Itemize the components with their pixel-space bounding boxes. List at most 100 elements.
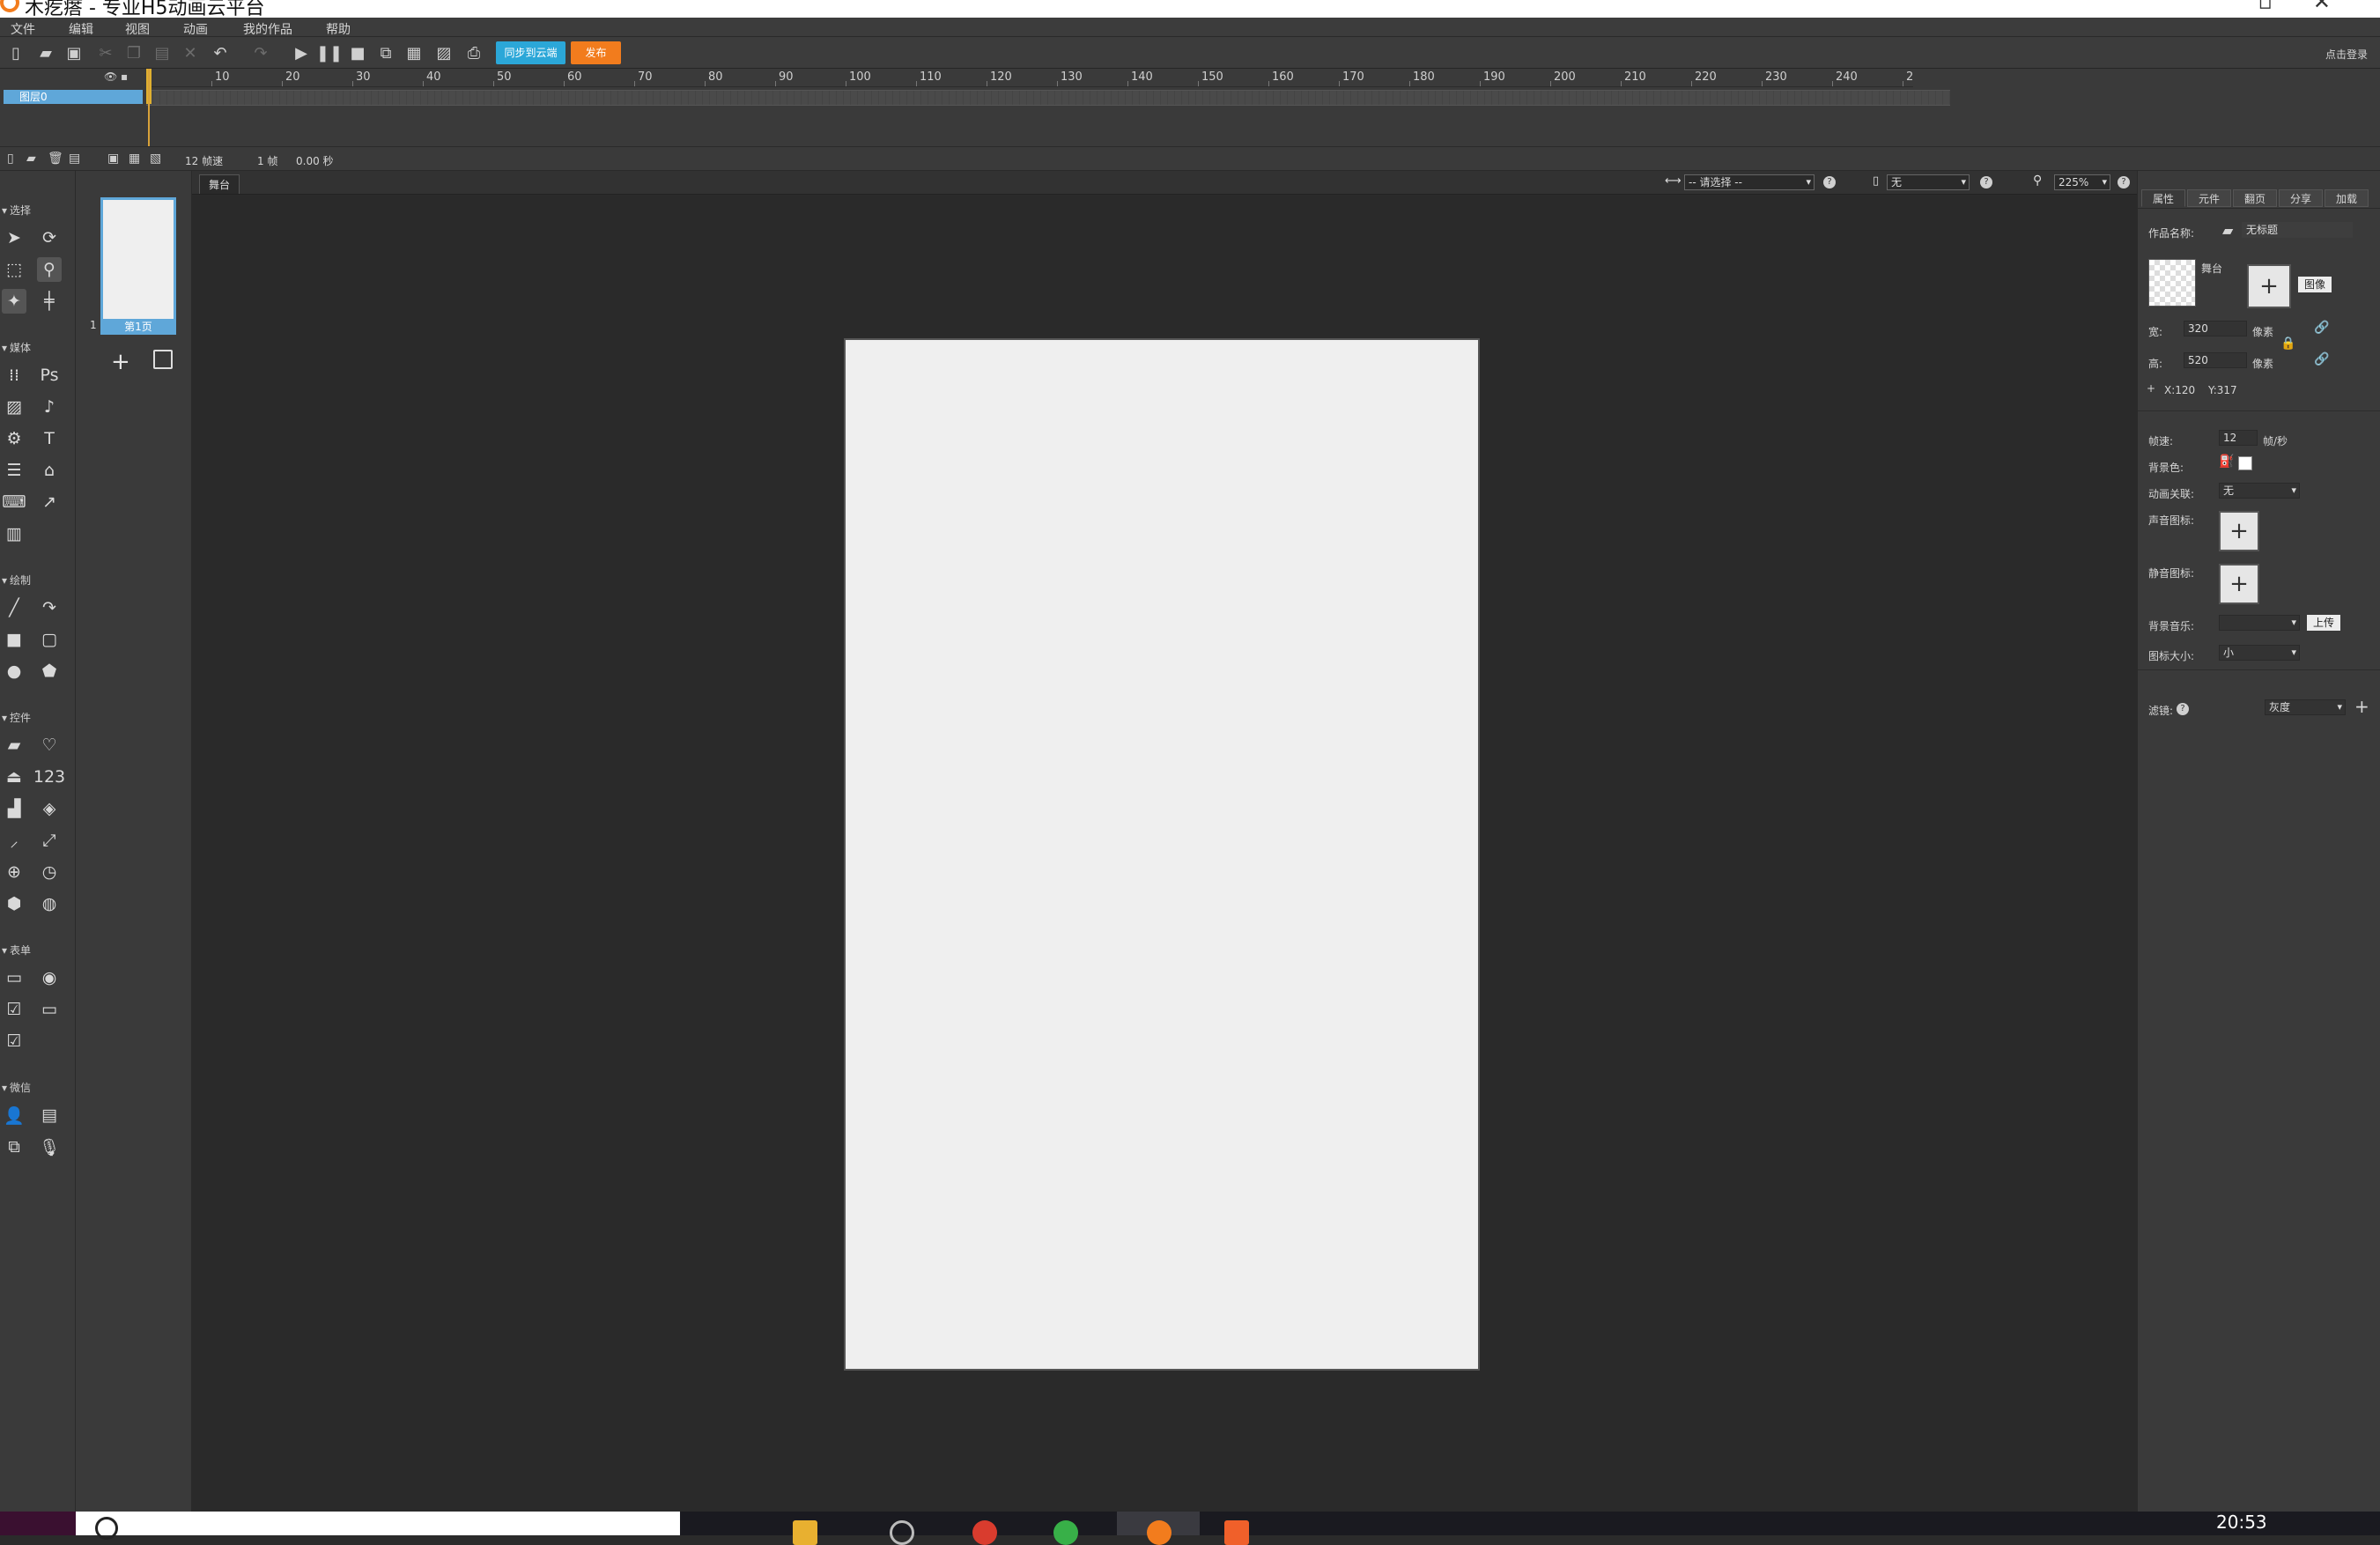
taskbar-search[interactable] (76, 1512, 680, 1540)
preview-icon[interactable]: ⧉ (375, 42, 396, 63)
checkbox-icon[interactable]: ☑ (2, 997, 26, 1022)
window-controls[interactable]: ▫✕ (2258, 0, 2371, 14)
shape-link-icon[interactable]: ⊕ (2, 860, 26, 884)
card-icon[interactable]: ▤ (37, 1103, 62, 1127)
redo-icon[interactable]: ↷ (250, 42, 271, 63)
help-icon[interactable]: ? (1980, 176, 1992, 189)
menu-help[interactable]: 帮助 (326, 20, 351, 38)
work-name-input[interactable]: 无标题 (2242, 222, 2353, 238)
link-icon[interactable]: 🔗 (2314, 352, 2329, 366)
tab-share[interactable]: 分享 (2279, 189, 2323, 207)
start-button[interactable] (0, 1512, 76, 1535)
lasso-icon[interactable]: ⟳ (37, 225, 62, 250)
qrcode-icon[interactable]: ▦ (403, 42, 425, 63)
heart-icon[interactable]: ♡ (37, 733, 62, 758)
publish-button[interactable]: 发布 (571, 41, 621, 64)
new-file-icon[interactable]: ▯ (5, 42, 26, 63)
mugeda-app-icon[interactable] (1147, 1520, 1172, 1545)
slider-icon[interactable]: ▥ (2, 521, 26, 546)
help-icon[interactable]: ? (1823, 176, 1836, 189)
fps-input[interactable]: 12 (2219, 430, 2258, 446)
photoshop-icon[interactable]: Ps (37, 363, 62, 388)
curve-icon[interactable]: ↷ (37, 595, 62, 620)
frame-paste-icon[interactable]: ▧ (150, 152, 161, 166)
add-sound-icon-button[interactable]: + (2219, 511, 2259, 551)
link-icon[interactable]: 🔗 (2314, 321, 2329, 335)
add-page-icon[interactable]: + (111, 349, 130, 375)
height-input[interactable]: 520 (2184, 352, 2247, 368)
add-filter-icon[interactable]: + (2354, 696, 2369, 717)
circle-icon[interactable]: ● (2, 659, 26, 684)
globe-icon[interactable]: ◍ (37, 891, 62, 916)
cube-icon[interactable]: ⬢ (2, 891, 26, 916)
tab-properties[interactable]: 属性 (2141, 189, 2185, 207)
browser-icon[interactable] (972, 1520, 997, 1545)
add-folder-icon[interactable]: ▰ (26, 152, 36, 166)
user-icon[interactable]: 👤 (2, 1103, 26, 1127)
layer-visibility-lock-icons[interactable]: 👁 ▪ (104, 70, 128, 83)
filter-select[interactable]: 灰度 (2265, 699, 2346, 715)
bg-music-select[interactable] (2219, 615, 2300, 631)
microphone-icon[interactable]: 🎙 (37, 1135, 62, 1159)
anim-link-select[interactable]: 无 (2219, 483, 2300, 499)
connector-icon[interactable]: ⤢ (37, 828, 62, 853)
tab-stage[interactable]: 舞台 (199, 174, 240, 194)
polygon-icon[interactable]: ⬟ (37, 659, 62, 684)
play-icon[interactable]: ▶ (291, 42, 312, 63)
delete-icon[interactable]: ✕ (180, 42, 201, 63)
export-icon[interactable]: ▨ (433, 42, 455, 63)
width-input[interactable]: 320 (2184, 321, 2247, 336)
select-arrow-icon[interactable]: ➤ (2, 225, 26, 250)
chat-icon[interactable] (1053, 1520, 1078, 1545)
image-button[interactable]: 图像 (2298, 277, 2332, 292)
timer-icon[interactable]: ◷ (37, 860, 62, 884)
layer-row[interactable]: 图层0 (4, 90, 143, 104)
copy-icon[interactable]: ❐ (123, 42, 144, 63)
stop-icon[interactable]: ■ (347, 42, 368, 63)
add-stage-image-button[interactable]: + (2247, 264, 2291, 308)
tab-loading[interactable]: 加载 (2325, 189, 2369, 207)
zoom-select[interactable]: 225% (2054, 174, 2110, 190)
brush-icon[interactable]: ⸝ (2, 828, 26, 853)
page-label[interactable]: 第1页 (100, 319, 176, 335)
tool-group-select[interactable]: 选择 (2, 203, 31, 218)
align-select[interactable]: -- 请选择 -- (1684, 174, 1815, 190)
open-file-icon[interactable]: ▰ (35, 42, 56, 63)
cut-icon[interactable]: ✂ (95, 42, 116, 63)
upload-button[interactable]: 上传 (2307, 615, 2340, 631)
print-icon[interactable]: ⎙ (463, 42, 484, 63)
copy-page-icon[interactable] (153, 350, 173, 369)
office-icon[interactable] (1224, 1520, 1249, 1545)
sync-cloud-button[interactable]: 同步到云端 (496, 41, 565, 64)
delete-layer-icon[interactable]: 🗑 (48, 152, 63, 166)
menu-view[interactable]: 视图 (125, 20, 150, 38)
help-icon[interactable]: ? (2177, 703, 2189, 715)
chart-icon[interactable]: ↗ (37, 490, 62, 514)
rounded-rect-icon[interactable]: ▢ (37, 627, 62, 652)
line-icon[interactable]: ╱ (2, 595, 26, 620)
save-icon[interactable]: ▣ (63, 42, 85, 63)
undo-icon[interactable]: ↶ (210, 42, 231, 63)
frame-tool-icon[interactable]: ▣ (107, 152, 119, 166)
photo-share-icon[interactable]: ⧉ (2, 1135, 26, 1159)
apps-icon[interactable]: ⁞⁞ (2, 363, 26, 388)
transform-icon[interactable]: ⬚ (2, 257, 26, 282)
stage-transparent-preview[interactable] (2148, 259, 2196, 307)
lock-icon[interactable]: 🔒 (2280, 336, 2295, 351)
grid-icon[interactable]: ╪ (37, 289, 62, 314)
help-icon[interactable]: ? (2118, 176, 2130, 189)
layer-option-icon[interactable]: ▤ (69, 152, 80, 166)
frame-copy-icon[interactable]: ▦ (129, 152, 140, 166)
zoom-icon[interactable]: ⚲ (37, 257, 62, 282)
menu-animation[interactable]: 动画 (183, 20, 208, 38)
pause-icon[interactable]: ❚❚ (316, 42, 343, 63)
submit-icon[interactable]: ☑ (2, 1029, 26, 1053)
dropdown-icon[interactable]: ▭ (37, 997, 62, 1022)
radio-icon[interactable]: ◉ (37, 965, 62, 990)
device-select[interactable]: 无 (1887, 174, 1970, 190)
bg-color-swatch[interactable] (2238, 456, 2252, 470)
timeline-ruler[interactable]: 10 20 30 40 50 60 70 80 90 100 110 120 130 140 150 160 1… (146, 69, 1913, 87)
input-field-icon[interactable]: ▭ (2, 965, 26, 990)
menu-my-works[interactable]: 我的作品 (243, 20, 292, 38)
html-icon[interactable]: ⌨ (2, 490, 26, 514)
